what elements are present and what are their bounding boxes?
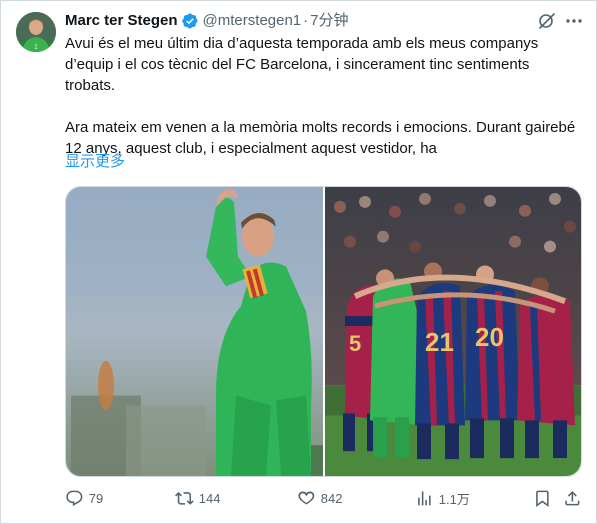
share-icon: [565, 490, 580, 506]
bookmark-button[interactable]: [533, 488, 552, 508]
verified-badge-icon: [181, 12, 199, 30]
views-button[interactable]: 1.1万: [415, 488, 470, 508]
show-more-link[interactable]: 显示更多: [65, 152, 125, 172]
views-count: 1.1万: [438, 491, 470, 507]
display-name[interactable]: Marc ter Stegen: [65, 11, 178, 31]
jersey-number: 21: [425, 329, 454, 357]
views-chart-icon: [418, 490, 431, 506]
heart-icon: [298, 491, 315, 505]
team-huddle-photo[interactable]: 5 21 20: [325, 187, 581, 476]
media-grid: 5 21 20: [65, 186, 582, 477]
reply-count: 79: [88, 490, 104, 506]
jersey-number: 20: [475, 324, 504, 352]
avatar[interactable]: 1: [16, 12, 56, 52]
tweet-header: Marc ter Stegen @mterstegen1 · 7分钟: [65, 11, 349, 31]
grok-icon[interactable]: [537, 11, 557, 31]
separator-dot: ·: [303, 12, 309, 29]
retweet-icon: [175, 491, 194, 505]
player-applauding-photo[interactable]: [66, 187, 323, 476]
bookmark-icon: [536, 490, 549, 507]
more-options-icon[interactable]: [564, 11, 584, 31]
handle[interactable]: @mterstegen1: [203, 11, 302, 31]
reply-icon: [66, 490, 83, 506]
retweet-count: 144: [198, 490, 221, 506]
like-count: 842: [320, 490, 343, 506]
jersey-number: 5: [349, 331, 361, 356]
action-bar: 79 144 842 1.1万: [65, 488, 582, 508]
like-button[interactable]: 842: [297, 488, 342, 508]
retweet-button[interactable]: 144: [175, 488, 220, 508]
tweet-text: Avui és el meu últim dia d’aquesta tempo…: [65, 33, 577, 159]
timestamp[interactable]: 7分钟: [310, 11, 348, 31]
tweet-paragraph-2: Ara mateix em venen a la memòria molts r…: [65, 119, 576, 157]
reply-button[interactable]: 79: [65, 488, 103, 508]
tweet-card[interactable]: 1 Marc ter Stegen @mterstegen1 · 7分钟 Avu…: [0, 0, 597, 524]
tweet-paragraph-1: Avui és el meu últim dia d’aquesta tempo…: [65, 35, 539, 94]
share-button[interactable]: [563, 488, 582, 508]
svg-text:1: 1: [34, 44, 38, 51]
